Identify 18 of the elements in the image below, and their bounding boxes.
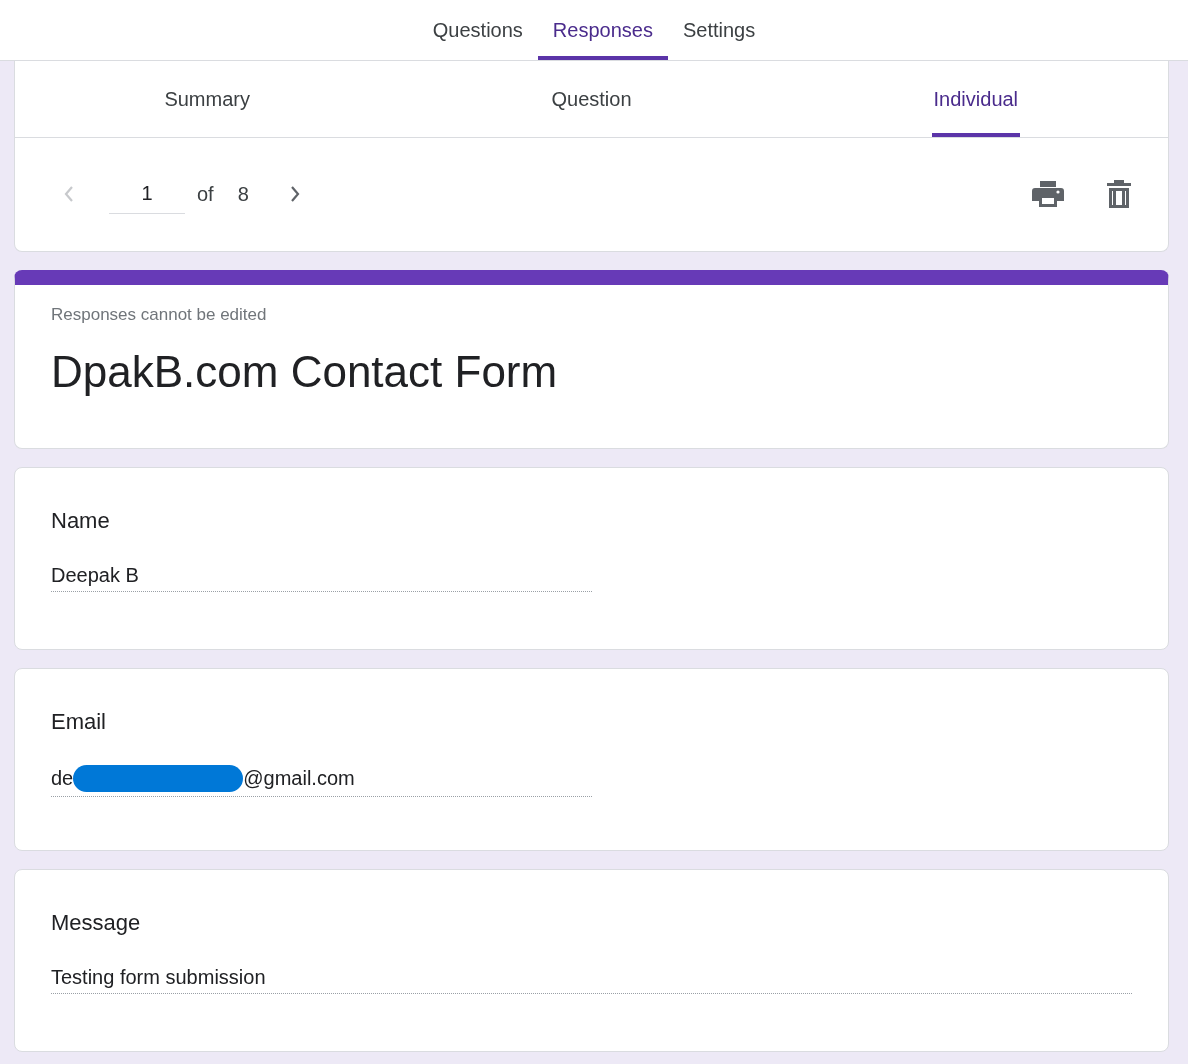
answer-text: @gmail.com [243, 767, 355, 790]
top-tab[interactable]: Questions [417, 0, 538, 60]
answer-text: de [51, 767, 74, 790]
view-tab[interactable]: Individual [931, 61, 1021, 137]
of-label: of [197, 182, 214, 206]
view-tab[interactable]: Question [549, 61, 634, 137]
question-label: Message [51, 910, 142, 936]
answer-text: Deepak B [51, 564, 139, 587]
total-count: 8 [237, 182, 249, 206]
delete-icon[interactable] [1106, 179, 1132, 209]
question-label: Email [51, 709, 107, 735]
notice-text: Responses cannot be edited [51, 305, 268, 325]
form-title: DpakB.com Contact Form [51, 347, 559, 397]
view-tab[interactable]: Summary [162, 61, 252, 137]
top-tab[interactable]: Settings [667, 0, 771, 60]
question-label: Name [51, 508, 111, 534]
print-icon[interactable] [1032, 180, 1064, 208]
answer-text: Testing form submission [51, 966, 266, 989]
